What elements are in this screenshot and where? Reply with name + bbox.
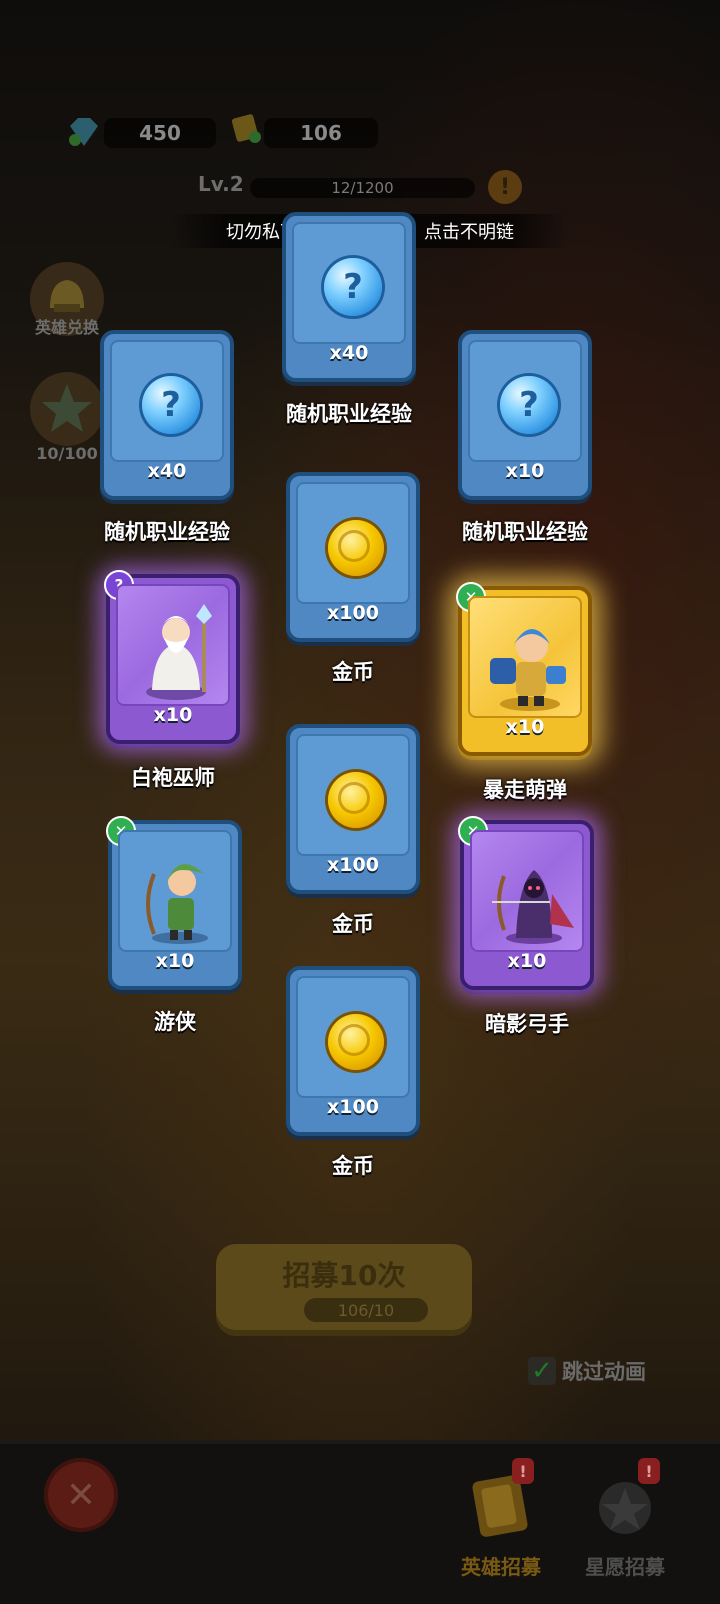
gold-coin-icon [328, 520, 384, 576]
reward-card-white-robe-wizard: ? x10 [104, 570, 240, 744]
recruit-10-button[interactable]: 招募10次 106/10 [216, 1244, 472, 1336]
recruit-10-label: 招募10次 [282, 1259, 406, 1292]
recruit-cost: 106/10 [304, 1298, 428, 1322]
reward-card-random-exp-2: ? x40 [100, 330, 234, 500]
reward-label: 白袍巫师 [131, 766, 215, 790]
checkbox-checked-icon: ✓ [528, 1356, 556, 1386]
xp-bar: 12/1200 [250, 178, 475, 198]
wizard-hero-icon [146, 604, 212, 700]
star-wish-icon [599, 1482, 651, 1534]
star-wish-button[interactable] [30, 372, 104, 446]
warning-icon[interactable]: ! [488, 170, 522, 204]
star-icon [42, 384, 92, 432]
gem-count: 450 [104, 118, 216, 148]
reward-quantity: x10 [507, 950, 547, 972]
recruit-scroll-icon [472, 1475, 528, 1537]
reward-quantity: x10 [505, 460, 545, 482]
reward-card-ranger: ✕ x10 [106, 816, 242, 990]
notification-icon: ! [512, 1458, 534, 1484]
bomber-hero-icon [490, 629, 566, 711]
tab-star-recruit-label: 星愿招募 [585, 1555, 665, 1579]
close-swords-icon[interactable]: ✕ [44, 1458, 118, 1532]
tab-star-recruit[interactable]: ! 星愿招募 [570, 1458, 680, 1588]
reward-label: 金币 [332, 660, 374, 684]
ticket-count: 106 [264, 118, 378, 148]
reward-label: 暴走萌弹 [483, 778, 567, 802]
reward-label: 随机职业经验 [462, 520, 588, 544]
reward-card-rampage-bomber: ✕ x10 [456, 582, 592, 756]
gold-coin-icon [328, 772, 384, 828]
skip-animation-label: 跳过动画 [562, 1360, 646, 1384]
question-orb-icon: ? [142, 376, 200, 434]
reward-quantity: x100 [327, 602, 379, 624]
reward-quantity: x40 [147, 460, 187, 482]
tab-hero-recruit-label: 英雄招募 [461, 1555, 541, 1579]
reward-label: 随机职业经验 [286, 402, 412, 426]
reward-card-gold-3: x100 [286, 966, 420, 1136]
reward-quantity: x100 [327, 1096, 379, 1118]
ranger-hero-icon [146, 864, 208, 944]
gold-coin-icon [328, 1014, 384, 1070]
skip-animation-toggle[interactable]: ✓ 跳过动画 [528, 1356, 646, 1386]
reward-quantity: x10 [153, 704, 193, 726]
reward-quantity: x40 [329, 342, 369, 364]
reward-card-random-exp-3: ? x10 [458, 330, 592, 500]
gem-icon [69, 118, 98, 146]
reward-label: 游侠 [154, 1010, 196, 1034]
reward-label: 金币 [332, 1154, 374, 1178]
reward-card-random-exp-1: ? x40 [282, 212, 416, 382]
reward-quantity: x100 [327, 854, 379, 876]
question-orb-icon: ? [324, 258, 382, 316]
shadow-archer-hero-icon [492, 870, 574, 944]
reward-label: 随机职业经验 [104, 520, 230, 544]
reward-card-shadow-archer: ✕ x10 [458, 816, 594, 990]
reward-quantity: x10 [505, 716, 545, 738]
player-level: Lv.2 [198, 172, 244, 196]
tab-hero-recruit[interactable]: ! 英雄招募 [446, 1458, 556, 1588]
notification-icon: ! [638, 1458, 660, 1484]
reward-label: 金币 [332, 912, 374, 936]
question-orb-icon: ? [500, 376, 558, 434]
reward-quantity: x10 [155, 950, 195, 972]
reward-label: 暗影弓手 [485, 1012, 569, 1036]
ticket-icon [231, 114, 261, 143]
reward-card-gold-2: x100 [286, 724, 420, 894]
reward-card-gold-1: x100 [286, 472, 420, 642]
